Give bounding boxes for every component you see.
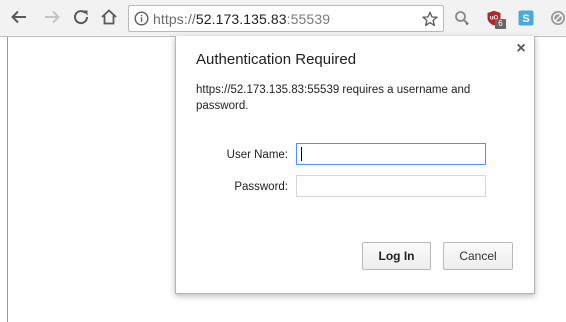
skype-extension-button[interactable]: S bbox=[518, 10, 534, 26]
forward-arrow-icon bbox=[43, 8, 61, 31]
blocked-extension-button[interactable] bbox=[550, 10, 566, 26]
password-input[interactable] bbox=[296, 175, 486, 197]
close-icon: × bbox=[516, 40, 526, 57]
dialog-close-button[interactable]: × bbox=[514, 40, 528, 57]
page-content-area bbox=[0, 37, 8, 322]
back-button[interactable] bbox=[7, 7, 31, 31]
forward-button[interactable] bbox=[40, 7, 64, 31]
url-host: 52.173.135.83 bbox=[195, 11, 287, 27]
ublock-extension-button[interactable]: uO 6 bbox=[486, 10, 506, 29]
url-port: :55539 bbox=[286, 11, 331, 27]
search-extension-button[interactable] bbox=[454, 10, 470, 26]
dialog-title: Authentication Required bbox=[196, 51, 357, 68]
authentication-dialog: Authentication Required × https://52.173… bbox=[175, 36, 535, 294]
extension-badge: 6 bbox=[495, 19, 506, 29]
home-icon bbox=[100, 8, 118, 31]
reload-icon bbox=[72, 8, 90, 31]
dialog-message: https://52.173.135.83:55539 requires a u… bbox=[196, 84, 471, 112]
magnifier-extension-icon bbox=[455, 11, 469, 25]
text-cursor bbox=[301, 147, 302, 161]
back-arrow-icon bbox=[10, 8, 28, 31]
bookmark-star-icon[interactable] bbox=[422, 11, 438, 32]
svg-text:S: S bbox=[522, 13, 529, 25]
url-scheme: https:// bbox=[153, 11, 196, 27]
username-label: User Name: bbox=[226, 149, 288, 161]
address-bar[interactable]: https://52.173.135.83:55539 bbox=[128, 5, 444, 32]
site-info-icon[interactable] bbox=[134, 11, 149, 31]
reload-button[interactable] bbox=[69, 7, 93, 31]
username-input[interactable] bbox=[296, 143, 486, 165]
password-label: Password: bbox=[234, 181, 288, 193]
cancel-button[interactable]: Cancel bbox=[443, 242, 513, 270]
home-button[interactable] bbox=[97, 7, 121, 31]
disabled-circle-icon bbox=[551, 11, 565, 25]
skype-icon: S bbox=[518, 10, 534, 26]
url-text[interactable]: https://52.173.135.83:55539 bbox=[153, 10, 330, 28]
login-button[interactable]: Log In bbox=[362, 242, 431, 270]
browser-toolbar: https://52.173.135.83:55539 uO 6 S bbox=[0, 0, 566, 37]
